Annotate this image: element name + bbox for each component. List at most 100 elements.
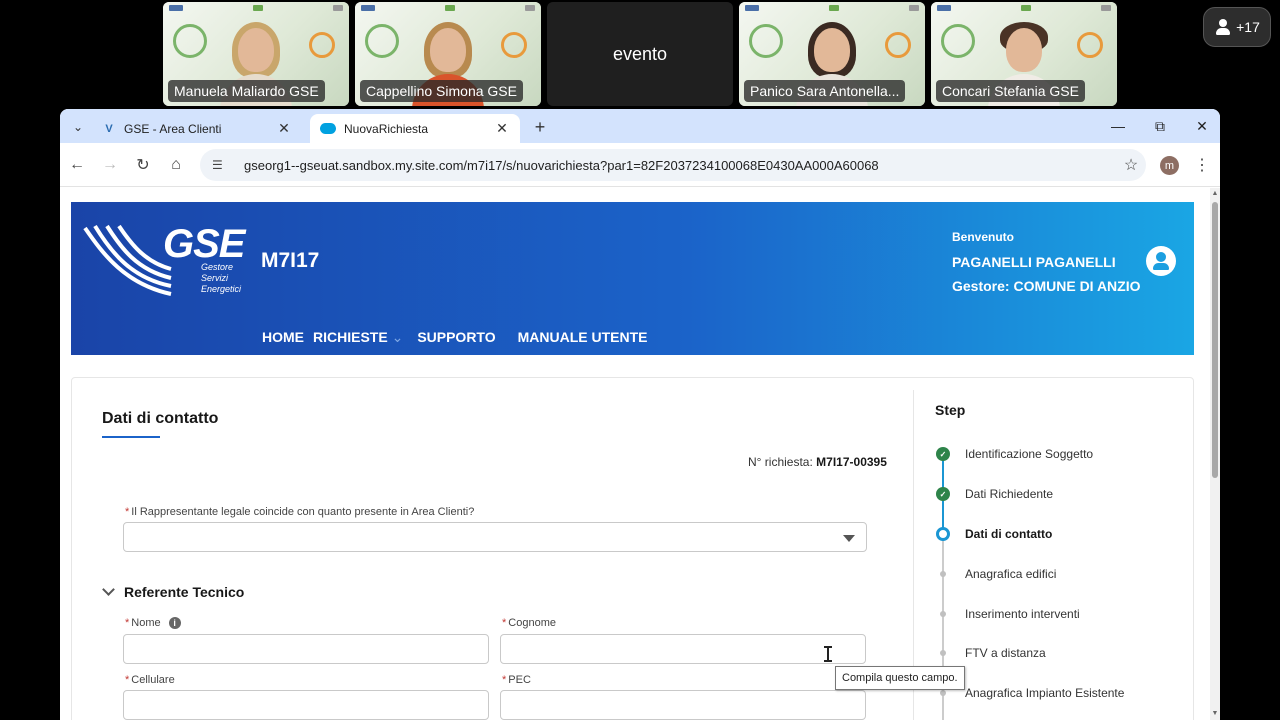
participant-name: Concari Stefania GSE	[936, 80, 1085, 102]
cellulare-input[interactable]	[123, 690, 489, 720]
more-participants-count: +17	[1236, 19, 1260, 35]
pec-label: * PEC	[502, 674, 531, 686]
cellulare-label: * Cellulare	[125, 674, 175, 686]
gse-logo[interactable]: GSE Gestore Servizi Energetici	[83, 222, 245, 302]
tab-label: NuovaRichiesta	[344, 121, 429, 136]
nav-home[interactable]: HOME	[262, 329, 304, 346]
profile-avatar[interactable]: m	[1160, 156, 1179, 175]
salesforce-cloud-icon	[320, 123, 336, 134]
nome-input[interactable]	[123, 634, 489, 664]
chevron-down-icon	[102, 585, 116, 599]
star-icon[interactable]: ☆	[1116, 155, 1146, 175]
current-step-icon	[936, 527, 950, 541]
pending-step-icon	[936, 607, 950, 621]
manager-name: Gestore: COMUNE DI ANZIO	[952, 278, 1141, 294]
tab-nuova-richiesta[interactable]: NuovaRichiesta ✕	[310, 114, 520, 143]
person-icon	[1214, 18, 1232, 36]
reload-button[interactable]: ↻	[131, 153, 155, 177]
logo-subtitle: Gestore Servizi Energetici	[201, 262, 242, 294]
chevron-down-icon: ⌄	[391, 329, 404, 345]
info-icon[interactable]: i	[168, 617, 181, 630]
browser-window: ⌄ V GSE - Area Clienti ✕ NuovaRichiesta …	[60, 109, 1220, 720]
gse-logo-mark-icon	[83, 224, 172, 296]
app-name: M7I17	[261, 249, 320, 272]
minimize-button[interactable]: —	[1098, 113, 1138, 139]
request-number: N° richiesta: M7I17-00395	[748, 455, 887, 469]
nav-richieste-label: RICHIESTE	[313, 329, 388, 345]
new-tab-button[interactable]: +	[528, 115, 552, 139]
site-header: GSE Gestore Servizi Energetici M7I17 HOM…	[71, 202, 1194, 355]
caret-down-icon	[843, 535, 855, 542]
participant-tile[interactable]: evento	[547, 2, 733, 106]
welcome-block: Benvenuto PAGANELLI PAGANELLI Gestore: C…	[952, 230, 1141, 298]
scroll-down-icon[interactable]: ▼	[1211, 710, 1219, 718]
participant-tile[interactable]: Concari Stefania GSE	[931, 2, 1117, 106]
request-number-label: N° richiesta:	[748, 455, 813, 469]
close-window-button[interactable]: ✕	[1182, 113, 1220, 139]
participant-name: Manuela Maliardo GSE	[168, 80, 325, 102]
cognome-input[interactable]	[500, 634, 866, 664]
nav-richieste[interactable]: RICHIESTE ⌄	[313, 329, 403, 346]
arrow-right-icon: →	[102, 156, 118, 173]
step-item[interactable]: Anagrafica edifici	[936, 566, 1056, 582]
url-text: gseorg1--gseuat.sandbox.my.site.com/m7i1…	[244, 157, 879, 173]
legal-representative-select[interactable]	[123, 522, 867, 552]
subsection-title: Referente Tecnico	[124, 584, 245, 600]
validation-tooltip: Compila questo campo.	[835, 666, 965, 690]
close-icon: ✕	[1196, 117, 1208, 134]
section-underline	[102, 436, 160, 438]
address-bar[interactable]: ☰ gseorg1--gseuat.sandbox.my.site.com/m7…	[200, 149, 1146, 181]
page-viewport: GSE Gestore Servizi Energetici M7I17 HOM…	[60, 188, 1220, 720]
home-icon: ⌂	[171, 156, 181, 173]
nome-label: * Nome i	[125, 617, 181, 630]
participant-name: Cappellino Simona GSE	[360, 80, 523, 102]
page-scrollbar[interactable]: ▲ ▼	[1210, 188, 1220, 720]
pec-input[interactable]	[500, 690, 866, 720]
forward-button[interactable]: →	[98, 153, 122, 177]
reload-icon: ↻	[136, 157, 150, 174]
referente-tecnico-toggle[interactable]: Referente Tecnico	[102, 584, 244, 600]
step-item[interactable]: FTV a distanza	[936, 645, 1046, 661]
request-number-value: M7I17-00395	[816, 455, 887, 469]
gse-favicon-icon: V	[105, 122, 113, 135]
browser-menu-button[interactable]: ⋮	[1194, 153, 1210, 177]
close-icon[interactable]: ✕	[494, 120, 510, 137]
more-participants-button[interactable]: +17	[1203, 7, 1271, 47]
text-cursor-icon	[823, 646, 833, 662]
more-vertical-icon: ⋮	[1194, 157, 1210, 174]
site-settings-icon[interactable]: ☰	[212, 158, 230, 172]
check-icon: ✓	[936, 447, 950, 461]
check-icon: ✓	[936, 487, 950, 501]
close-icon[interactable]: ✕	[276, 120, 292, 137]
user-profile-icon[interactable]	[1146, 246, 1176, 276]
scroll-up-icon[interactable]: ▲	[1211, 190, 1219, 198]
step-item-current[interactable]: Dati di contatto	[936, 526, 1052, 542]
nav-manuale-utente[interactable]: MANUALE UTENTE	[518, 329, 648, 346]
minimize-icon: —	[1111, 118, 1125, 134]
chevron-down-icon: ⌄	[72, 120, 84, 134]
tab-strip: ⌄ V GSE - Area Clienti ✕ NuovaRichiesta …	[60, 109, 1220, 143]
step-item[interactable]: ✓ Dati Richiedente	[936, 486, 1053, 502]
tab-gse-area-clienti[interactable]: V GSE - Area Clienti ✕	[92, 114, 302, 143]
nav-supporto[interactable]: SUPPORTO	[417, 329, 495, 346]
participant-tile[interactable]: Manuela Maliardo GSE	[163, 2, 349, 106]
section-title: Dati di contatto	[102, 410, 219, 427]
tab-label: GSE - Area Clienti	[124, 121, 222, 136]
step-item[interactable]: ✓ Identificazione Soggetto	[936, 446, 1093, 462]
home-button[interactable]: ⌂	[164, 153, 188, 177]
participant-tile[interactable]: Panico Sara Antonella...	[739, 2, 925, 106]
logo-text: GSE	[163, 222, 245, 266]
restore-button[interactable]: ⧉	[1140, 113, 1180, 139]
back-button[interactable]: ←	[65, 153, 89, 177]
form-card: Dati di contatto N° richiesta: M7I17-003…	[71, 377, 1194, 720]
participant-name: Panico Sara Antonella...	[744, 80, 906, 102]
arrow-left-icon: ←	[69, 156, 85, 173]
participant-tile[interactable]: Cappellino Simona GSE	[355, 2, 541, 106]
participant-name: evento	[612, 43, 668, 64]
step-item[interactable]: Inserimento interventi	[936, 606, 1080, 622]
main-nav: HOME RICHIESTE ⌄ SUPPORTO MANUALE UTENTE	[262, 329, 648, 346]
tab-search-button[interactable]: ⌄	[66, 115, 90, 139]
user-name: PAGANELLI PAGANELLI	[952, 254, 1116, 270]
scrollbar-thumb[interactable]	[1212, 202, 1218, 478]
browser-toolbar: ← → ↻ ⌂ ☰ gseorg1--gseuat.sandbox.my.sit…	[60, 143, 1220, 187]
